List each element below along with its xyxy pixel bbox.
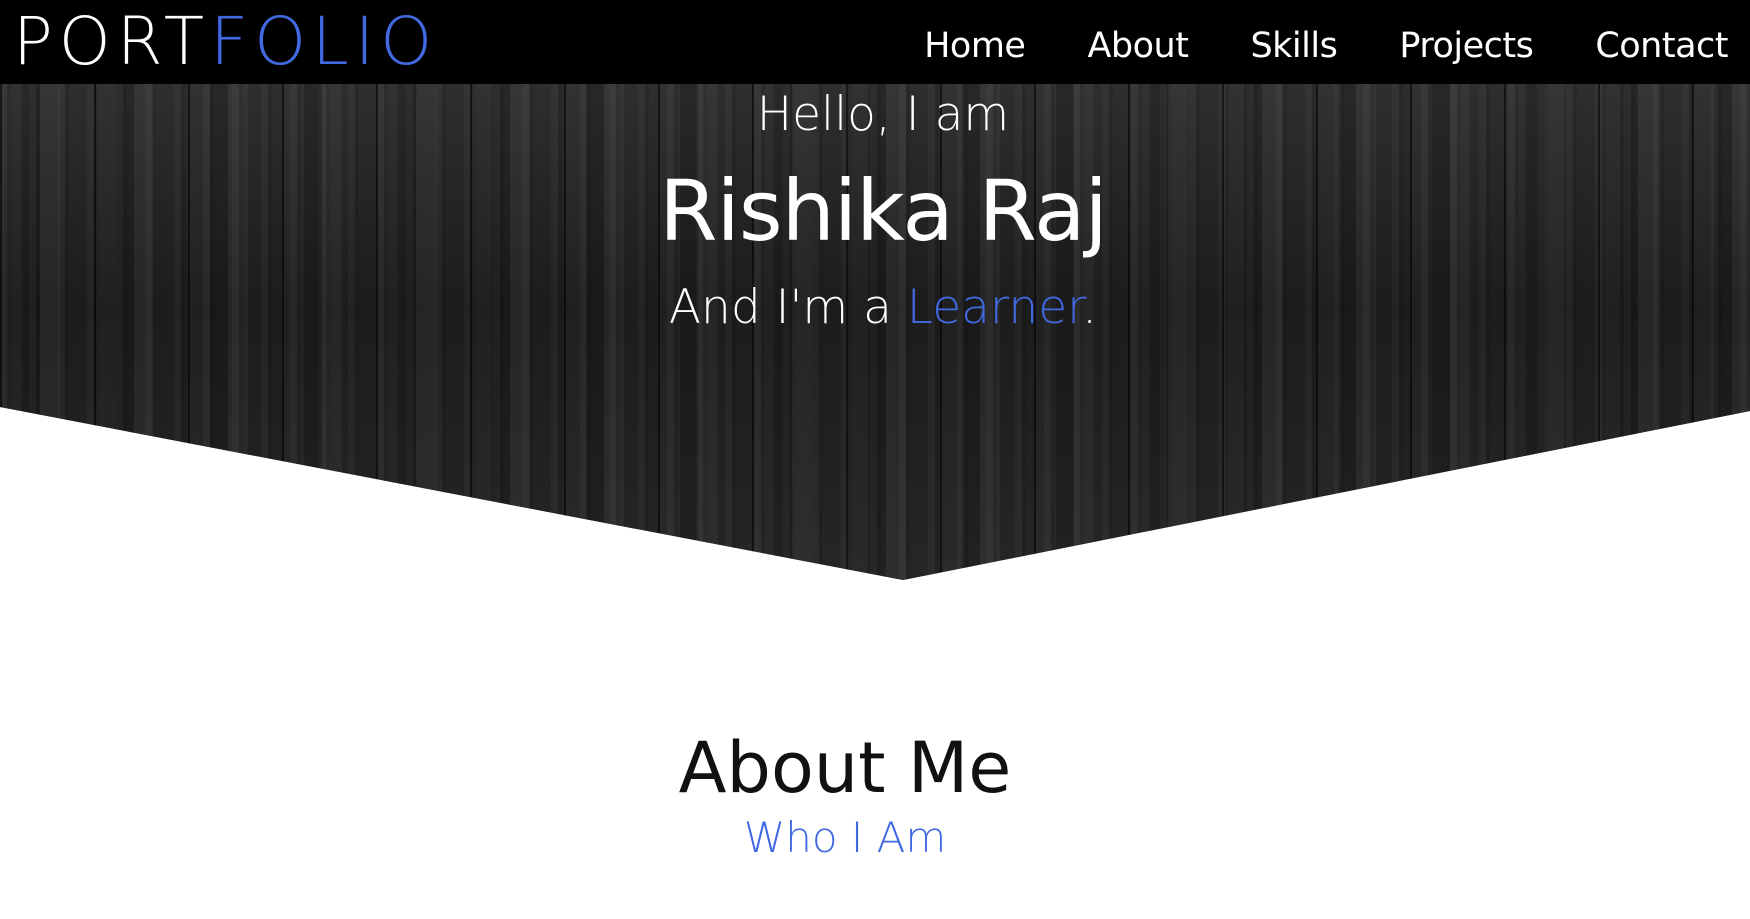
nav-item-projects: Projects [1399, 22, 1533, 70]
nav-link-projects[interactable]: Projects [1399, 26, 1533, 66]
logo-text-port: PORT [13, 3, 211, 80]
nav-link-home[interactable]: Home [924, 26, 1026, 66]
nav-item-contact: Contact [1595, 22, 1728, 70]
logo[interactable]: PORTFOLIO [13, 2, 438, 82]
navbar: PORTFOLIO Home About Skills Projects Con… [0, 0, 1750, 84]
nav-item-home: Home [924, 22, 1026, 70]
logo-text-folio: FOLIO [210, 3, 439, 80]
nav-item-about: About [1087, 22, 1188, 70]
about-subtitle: Who I Am [743, 813, 947, 862]
hero-role-highlight: Learner [906, 280, 1083, 335]
nav-link-contact[interactable]: Contact [1595, 26, 1728, 66]
about-title: About Me [678, 727, 1012, 809]
hero-role-suffix: . [1082, 280, 1098, 335]
nav-menu: Home About Skills Projects Contact [924, 22, 1728, 70]
hero-role: And I'm a Learner. [0, 277, 1750, 339]
page: PORTFOLIO Home About Skills Projects Con… [0, 0, 1750, 919]
nav-link-skills[interactable]: Skills [1250, 26, 1337, 66]
nav-item-skills: Skills [1250, 22, 1337, 70]
hero-greeting: Hello, I am [756, 87, 1010, 142]
hero-name: Rishika Raj [659, 162, 1108, 260]
hero-role-prefix: And I'm a [668, 280, 907, 335]
nav-link-about[interactable]: About [1087, 26, 1188, 66]
